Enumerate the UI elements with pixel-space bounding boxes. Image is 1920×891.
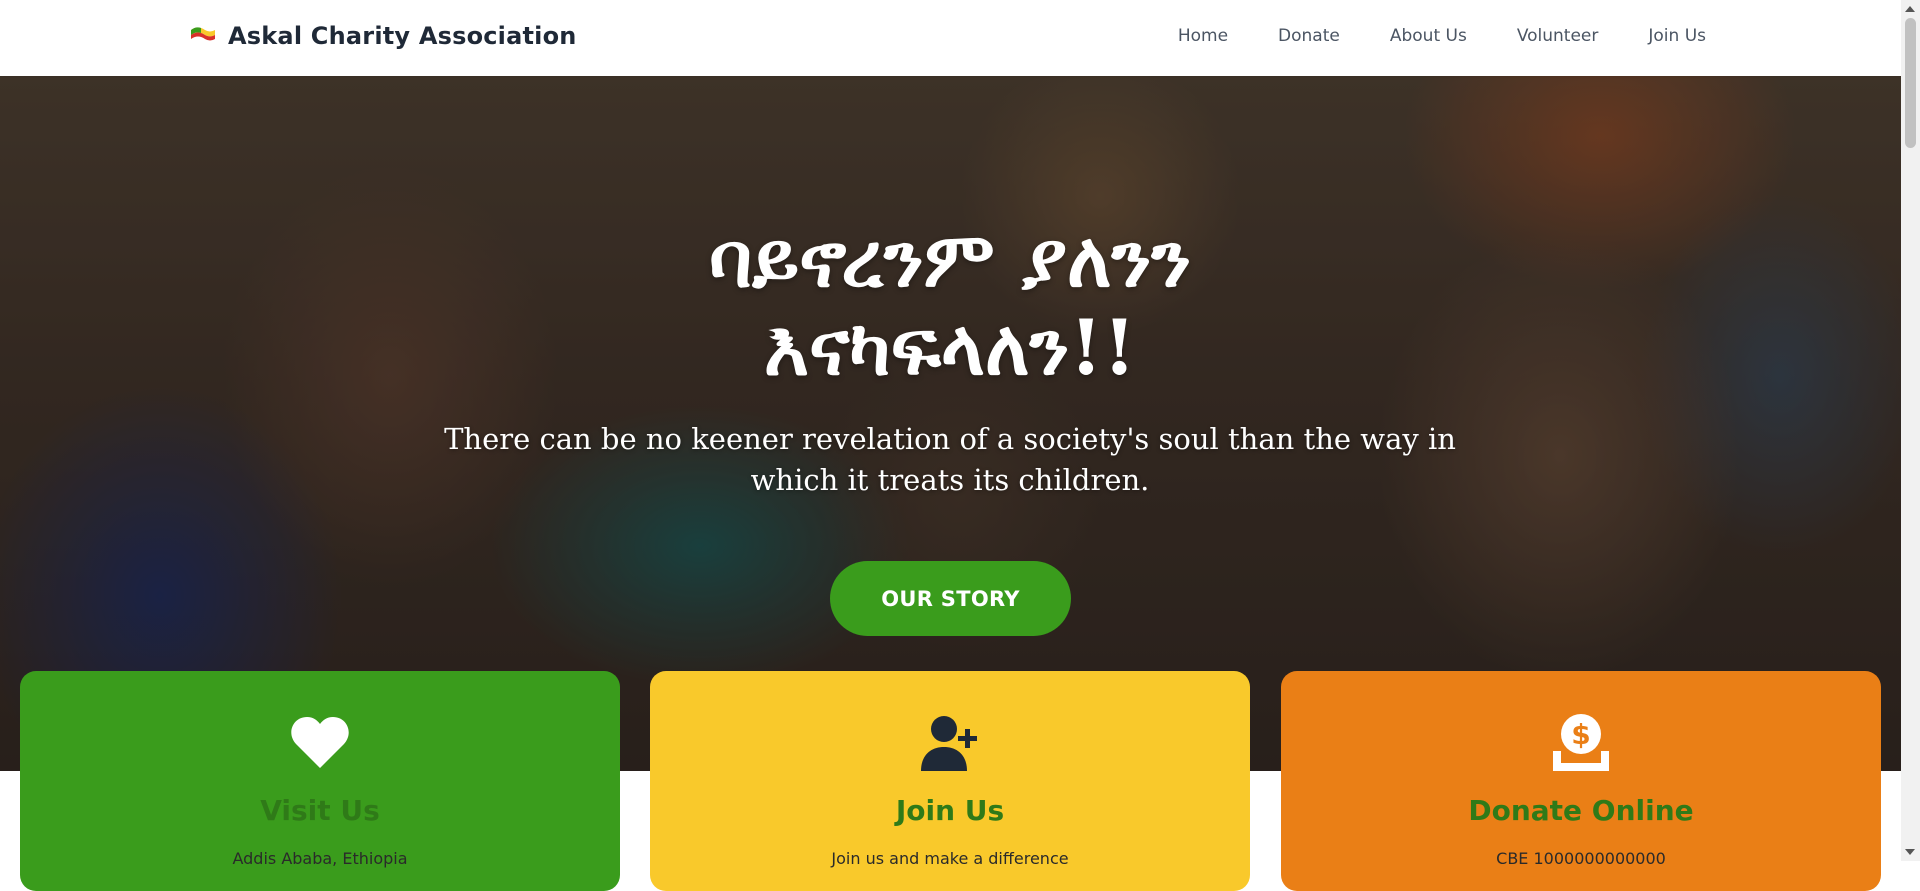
- nav-link-about-us[interactable]: About Us: [1390, 26, 1467, 46]
- our-story-button[interactable]: OUR STORY: [830, 561, 1071, 636]
- hero-quote: There can be no keener revelation of a s…: [444, 422, 1456, 497]
- hero-title-line2: እናካፍላለን!!: [763, 303, 1137, 392]
- join-us-title: Join Us: [895, 794, 1005, 827]
- donate-online-card[interactable]: $ Donate Online CBE 1000000000000: [1281, 671, 1881, 891]
- nav-link-join-us[interactable]: Join Us: [1648, 26, 1706, 46]
- scroll-down-arrow-icon[interactable]: [1905, 849, 1915, 855]
- brand[interactable]: Askal Charity Association: [188, 22, 577, 50]
- brand-name: Askal Charity Association: [228, 22, 577, 50]
- visit-us-card[interactable]: Visit Us Addis Ababa, Ethiopia: [20, 671, 620, 891]
- hero-title: ባይኖረንም ያለንን እናካፍላለን!!: [550, 216, 1350, 392]
- flag-logo-icon: [191, 27, 215, 41]
- donate-online-text: CBE 1000000000000: [1496, 849, 1666, 868]
- vertical-scrollbar[interactable]: [1901, 0, 1920, 861]
- join-us-text: Join us and make a difference: [831, 849, 1069, 868]
- donate-online-title: Donate Online: [1468, 794, 1694, 827]
- hero-title-line1: ባይኖረንም ያለንን: [708, 215, 1192, 304]
- join-us-card[interactable]: Join Us Join us and make a difference: [650, 671, 1250, 891]
- visit-us-text: Addis Ababa, Ethiopia: [232, 849, 408, 868]
- svg-text:$: $: [1571, 718, 1590, 751]
- navbar: Askal Charity Association Home Donate Ab…: [0, 0, 1901, 76]
- donate-icon: $: [1553, 714, 1609, 771]
- scroll-thumb[interactable]: [1905, 18, 1916, 148]
- nav-link-home[interactable]: Home: [1178, 26, 1228, 46]
- hero-section: ባይኖረንም ያለንን እናካፍላለን!! There can be no ke…: [0, 76, 1901, 771]
- hero-content: ባይኖረንም ያለንን እናካፍላለን!! There can be no ke…: [0, 76, 1901, 771]
- nav-link-volunteer[interactable]: Volunteer: [1517, 26, 1599, 46]
- nav-link-donate[interactable]: Donate: [1278, 26, 1340, 46]
- heart-icon: [291, 717, 349, 768]
- nav-links: Home Donate About Us Volunteer Join Us: [1128, 26, 1706, 46]
- scroll-up-arrow-icon[interactable]: [1905, 6, 1915, 12]
- visit-us-title: Visit Us: [260, 794, 380, 827]
- user-plus-icon: [921, 716, 977, 771]
